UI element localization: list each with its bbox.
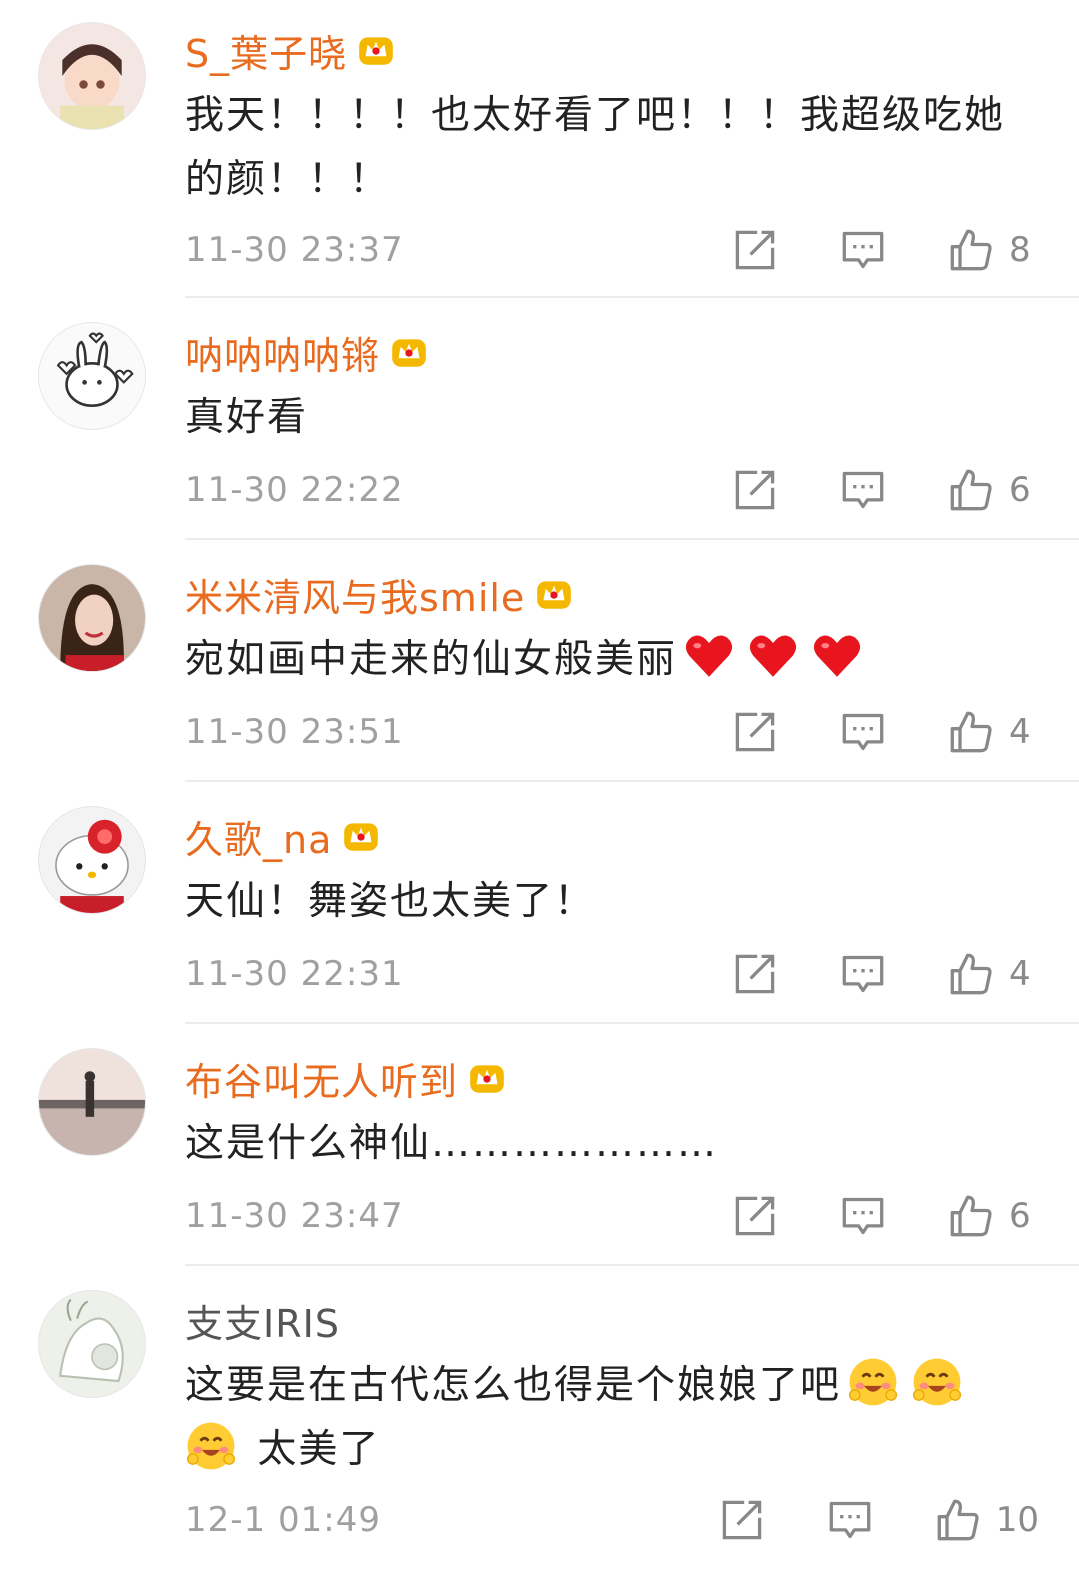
- avatar[interactable]: [38, 564, 146, 672]
- comment-meta: 12-1 01:49: [185, 1492, 381, 1548]
- like-count: 6: [1009, 470, 1031, 510]
- username-row: 支支IRIS: [185, 1294, 340, 1346]
- like-count: 4: [1009, 712, 1031, 752]
- like-button[interactable]: 4: [949, 952, 1039, 996]
- comment-text: 这要是在古代怎么也得是个娘娘了吧 太美了: [185, 1354, 1045, 1482]
- comment-meta: 11-30 23:51: [185, 704, 404, 760]
- username[interactable]: 呐呐呐呐锵: [185, 325, 380, 380]
- repost-icon[interactable]: [733, 468, 777, 512]
- repost-icon[interactable]: [720, 1498, 764, 1542]
- comment-item: 支支IRIS 这要是在古代怎么也得是个娘娘了吧 太美了 12-1 01:49 1…: [0, 1268, 1079, 1578]
- comment-item: 呐呐呐呐锵 真好看 11-30 22:22 6: [0, 300, 1079, 540]
- avatar[interactable]: [38, 1048, 146, 1156]
- avatar[interactable]: [38, 322, 146, 430]
- comment-meta: 11-30 23:37: [185, 222, 404, 278]
- crown-badge-icon: [344, 823, 379, 851]
- timestamp: 11-30 23:47: [185, 1196, 404, 1236]
- comment-meta: 11-30 22:31: [185, 946, 404, 1002]
- blush-emoji: [912, 1358, 962, 1406]
- comment-text: 我天！！！！也太好看了吧！！！我超级吃她的颜！！！: [185, 93, 1006, 202]
- timestamp: 11-30 22:22: [185, 470, 404, 510]
- like-button[interactable]: 6: [949, 1194, 1039, 1238]
- username-row: 呐呐呐呐锵: [185, 326, 430, 378]
- username[interactable]: 支支IRIS: [185, 1293, 340, 1348]
- like-button[interactable]: 8: [949, 228, 1039, 272]
- crown-badge-icon: [537, 581, 572, 609]
- red-heart-emoji: [685, 635, 733, 677]
- action-bar: 4: [733, 946, 1039, 1002]
- comment-text: 天仙！舞姿也太美了！: [185, 879, 596, 924]
- comment-item: 布谷叫无人听到 这是什么神仙………………… 11-30 23:47 6: [0, 1026, 1079, 1266]
- crown-badge-icon: [392, 339, 426, 367]
- comment-meta: 11-30 22:22: [185, 462, 404, 518]
- username-row: S_葉子晓: [185, 24, 397, 76]
- thumbs-up-icon: [949, 710, 993, 754]
- repost-icon[interactable]: [733, 1194, 777, 1238]
- like-count: 10: [995, 1500, 1039, 1540]
- crown-badge-icon: [470, 1065, 504, 1093]
- comment-text-body: 宛如画中走来的仙女般美丽: [185, 637, 678, 682]
- action-bar: 6: [733, 1188, 1039, 1244]
- avatar[interactable]: [38, 806, 146, 914]
- like-button[interactable]: 6: [949, 468, 1039, 512]
- repost-icon[interactable]: [733, 710, 777, 754]
- repost-icon[interactable]: [733, 952, 777, 996]
- thumbs-up-icon: [936, 1498, 980, 1542]
- like-count: 4: [1009, 954, 1031, 994]
- action-bar: 4: [733, 704, 1039, 760]
- action-bar: 10: [720, 1492, 1039, 1548]
- username-row: 米米清风与我smile: [185, 568, 575, 620]
- timestamp: 11-30 22:31: [185, 954, 404, 994]
- like-button[interactable]: 4: [949, 710, 1039, 754]
- comment-text: 这是什么神仙…………………: [185, 1121, 719, 1166]
- comment-meta: 11-30 23:47: [185, 1188, 404, 1244]
- like-button[interactable]: 10: [936, 1498, 1039, 1542]
- comment-text: 宛如画中走来的仙女般美丽: [185, 628, 1045, 692]
- action-bar: 6: [733, 462, 1039, 518]
- username-row: 布谷叫无人听到: [185, 1052, 508, 1104]
- username[interactable]: 久歌_na: [185, 809, 332, 864]
- avatar[interactable]: [38, 22, 146, 130]
- comment-item: 久歌_na 天仙！舞姿也太美了！ 11-30 22:31 4: [0, 784, 1079, 1024]
- timestamp: 12-1 01:49: [185, 1500, 381, 1540]
- like-count: 8: [1009, 230, 1031, 270]
- comment-icon[interactable]: [841, 228, 885, 272]
- comment-icon[interactable]: [841, 952, 885, 996]
- comment-text-body: 这要是在古代怎么也得是个娘娘了吧: [185, 1363, 842, 1408]
- action-bar: 8: [733, 222, 1039, 278]
- username[interactable]: 米米清风与我smile: [185, 567, 525, 622]
- comment-icon[interactable]: [828, 1498, 872, 1542]
- comment-icon[interactable]: [841, 710, 885, 754]
- comment-item: 米米清风与我smile 宛如画中走来的仙女般美丽 11-30 23:51 4: [0, 542, 1079, 782]
- username[interactable]: 布谷叫无人听到: [185, 1051, 458, 1106]
- timestamp: 11-30 23:37: [185, 230, 404, 270]
- thumbs-up-icon: [949, 468, 993, 512]
- like-count: 6: [1009, 1196, 1031, 1236]
- comment-icon[interactable]: [841, 468, 885, 512]
- thumbs-up-icon: [949, 1194, 993, 1238]
- divider: [185, 780, 1079, 782]
- comment-text-tail: 太美了: [257, 1427, 381, 1472]
- divider: [185, 296, 1079, 298]
- divider: [185, 538, 1079, 540]
- comment-icon[interactable]: [841, 1194, 885, 1238]
- blush-emoji: [186, 1422, 236, 1470]
- comment-list: S_葉子晓 我天！！！！也太好看了吧！！！我超级吃她的颜！！！ 11-30 23…: [0, 0, 1079, 1578]
- timestamp: 11-30 23:51: [185, 712, 404, 752]
- avatar[interactable]: [38, 1290, 146, 1398]
- blush-emoji: [848, 1358, 898, 1406]
- comment-text: 真好看: [185, 395, 309, 440]
- comment-item: S_葉子晓 我天！！！！也太好看了吧！！！我超级吃她的颜！！！ 11-30 23…: [0, 0, 1079, 298]
- thumbs-up-icon: [949, 952, 993, 996]
- repost-icon[interactable]: [733, 228, 777, 272]
- username-row: 久歌_na: [185, 810, 382, 862]
- thumbs-up-icon: [949, 228, 993, 272]
- divider: [185, 1264, 1079, 1266]
- red-heart-emoji: [749, 635, 797, 677]
- divider: [185, 1022, 1079, 1024]
- username[interactable]: S_葉子晓: [185, 23, 347, 78]
- red-heart-emoji: [813, 635, 861, 677]
- crown-badge-icon: [359, 37, 393, 65]
